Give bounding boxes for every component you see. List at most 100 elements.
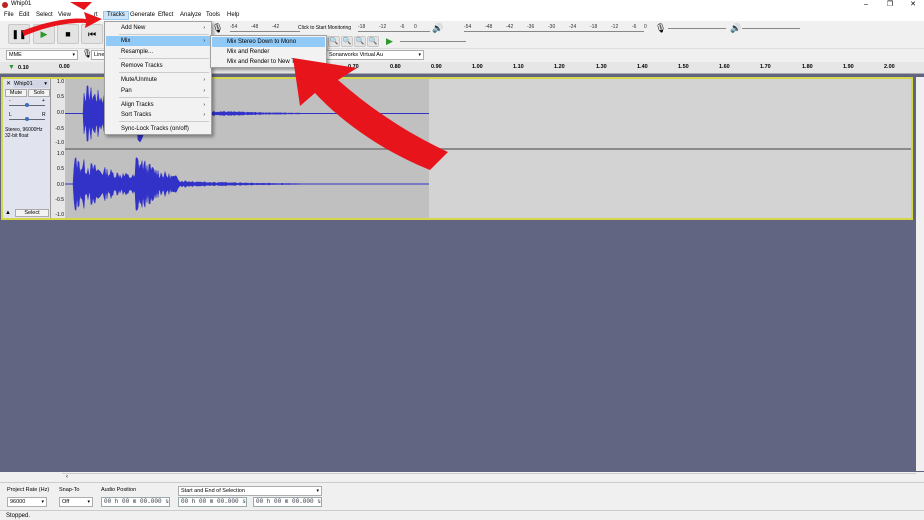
amplitude-tick: 0.5	[57, 166, 64, 172]
selection-mode-select[interactable]: Start and End of Selection ▾	[178, 486, 322, 496]
left-channel-empty[interactable]	[429, 79, 911, 148]
menu-item-sync-lock[interactable]: Sync-Lock Tracks (on/off)	[106, 124, 210, 134]
chevron-down-icon: ▾	[72, 52, 75, 58]
project-rate-select[interactable]: 96000 ▾	[7, 497, 47, 507]
selection-mode-value: Start and End of Selection	[181, 488, 245, 494]
menu-help[interactable]: Help	[224, 11, 242, 20]
playback-meter[interactable]: -54 -48 -42 -36 -30 -24 -18 -12 -6 0	[464, 24, 647, 32]
menu-item-pan[interactable]: Pan ›	[106, 86, 210, 96]
scroll-left-icon[interactable]: ‹	[66, 474, 68, 480]
select-track-button[interactable]: Select	[15, 209, 49, 217]
menu-tracks[interactable]: Tracks	[103, 11, 129, 20]
fit-project-icon[interactable]: 🔍	[367, 36, 379, 47]
right-channel-empty[interactable]	[429, 150, 911, 218]
ruler-tick: 1.20	[554, 64, 565, 70]
play-button[interactable]: ▶	[33, 24, 55, 44]
collapse-track-icon[interactable]: ▲	[5, 210, 11, 216]
menu-item-label: Align Tracks	[121, 102, 154, 108]
menu-item-add-new[interactable]: Add New ›	[106, 23, 210, 33]
timeline-offset-label: 0.10	[18, 65, 29, 71]
skip-to-start-button[interactable]: ⏮	[81, 24, 103, 44]
amplitude-tick: 1.0	[57, 151, 64, 157]
meter-tick: -42	[272, 24, 280, 30]
meter-tick: -12	[611, 24, 619, 30]
meter-tick: -18	[590, 24, 598, 30]
solo-button[interactable]: Solo	[28, 89, 50, 97]
menu-item-align-tracks[interactable]: Align Tracks ›	[106, 100, 210, 110]
menu-generate[interactable]: Generate	[127, 11, 158, 20]
zoom-in-icon[interactable]: 🔍	[328, 36, 340, 47]
ruler-tick: 0.00	[59, 64, 70, 70]
monitor-hint[interactable]: Click to Start Monitoring	[298, 25, 351, 31]
menu-item-mix-stereo-down-to-mono[interactable]: Mix Stereo Down to Mono	[212, 37, 325, 47]
track-close-icon[interactable]: ✕	[6, 80, 11, 87]
playback-device-select[interactable]: Sonarworks Virtual Au ▾	[326, 50, 424, 60]
snap-to-select[interactable]: Off ▾	[59, 497, 93, 507]
audio-host-select[interactable]: MME ▾	[6, 50, 78, 60]
playback-volume-slider[interactable]	[742, 28, 800, 29]
track-name: Whip01	[14, 81, 33, 87]
ruler-tick: 0.70	[348, 64, 359, 70]
menu-separator	[119, 34, 209, 35]
pan-slider-thumb[interactable]	[25, 117, 29, 121]
stop-button[interactable]: ■	[57, 24, 79, 44]
gain-slider-thumb[interactable]	[25, 103, 29, 107]
right-channel-waveform[interactable]	[65, 150, 429, 218]
gain-min-label: -	[9, 98, 11, 104]
selection-start-field[interactable]: 00 h 00 m 00.000 s	[178, 497, 247, 507]
chevron-down-icon: ▾	[44, 81, 47, 87]
horizontal-scrollbar[interactable]: ‹	[62, 473, 916, 481]
mute-button[interactable]: Mute	[5, 89, 27, 97]
vertical-scrollbar[interactable]	[916, 77, 924, 471]
menu-file[interactable]: File	[1, 11, 17, 20]
meter-tick: -48	[485, 24, 493, 30]
menu-item-label: Mute/Unmute	[121, 77, 158, 83]
menu-separator	[119, 58, 209, 59]
menu-item-label: Mix	[121, 38, 131, 44]
record-meter[interactable]: -54 -48 -42	[230, 24, 300, 32]
menu-view[interactable]: View	[55, 11, 74, 20]
audio-position-label: Audio Position	[101, 487, 137, 493]
menu-effect[interactable]: Effect	[155, 11, 176, 20]
menu-item-mix[interactable]: Mix ›	[106, 36, 210, 46]
track-info-bitdepth: 32-bit float	[5, 133, 29, 139]
play-speed-slider[interactable]	[400, 41, 466, 42]
menu-item-mute-unmute[interactable]: Mute/Unmute ›	[106, 75, 210, 85]
selection-end-field[interactable]: 00 h 00 m 00.000 s	[253, 497, 322, 507]
recording-device-select[interactable]: Line	[91, 50, 105, 60]
pause-button[interactable]: ❚❚	[8, 24, 30, 44]
ruler-tick: 1.30	[596, 64, 607, 70]
zoom-out-icon[interactable]: 🔍	[341, 36, 353, 47]
menu-tools[interactable]: Tools	[203, 11, 223, 20]
menu-item-remove-tracks[interactable]: Remove Tracks	[106, 61, 210, 71]
audacity-logo-icon	[2, 2, 8, 8]
record-meter-right[interactable]: -18 -12 -6 0	[358, 24, 430, 32]
audio-position-field[interactable]: 00 h 00 m 00.000 s	[101, 497, 170, 507]
restore-button[interactable]: ❐	[880, 0, 900, 10]
menu-item-resample[interactable]: Resample...	[106, 47, 210, 57]
pan-left-label: L	[9, 112, 12, 118]
track-control-panel: ✕ Whip01 ▾ Mute Solo - + L R Stereo, 9600…	[3, 79, 51, 218]
chevron-right-icon: ›	[203, 112, 205, 118]
track-name-button[interactable]: Whip01 ▾	[13, 80, 49, 88]
menu-item-mix-render-new-track[interactable]: Mix and Render to New Tra	[212, 57, 325, 67]
play-at-speed-icon[interactable]: ▶	[386, 36, 393, 47]
close-button[interactable]: ✕	[903, 0, 923, 10]
selection-toolbar: Project Rate (Hz) 96000 ▾ Snap-To Off ▾ Au…	[0, 482, 924, 510]
menu-item-sort-tracks[interactable]: Sort Tracks ›	[106, 110, 210, 120]
amplitude-tick: -1.0	[55, 212, 64, 218]
minimize-button[interactable]: –	[856, 0, 876, 10]
amplitude-tick: 0.0	[57, 110, 64, 116]
recording-device-value: Line	[94, 52, 105, 58]
menu-select[interactable]: Select	[33, 11, 56, 20]
menu-transport[interactable]: rt	[91, 11, 101, 20]
menu-item-label: Resample...	[121, 49, 154, 55]
menu-edit[interactable]: Edit	[16, 11, 32, 20]
fit-selection-icon[interactable]: 🔍	[354, 36, 366, 47]
chevron-down-icon: ▾	[87, 499, 90, 505]
meter-tick: -54	[230, 24, 238, 30]
menu-item-mix-and-render[interactable]: Mix and Render	[212, 47, 325, 57]
menu-analyze[interactable]: Analyze	[177, 11, 204, 20]
recording-volume-slider[interactable]	[668, 28, 726, 29]
meter-tick: 0	[414, 24, 417, 30]
